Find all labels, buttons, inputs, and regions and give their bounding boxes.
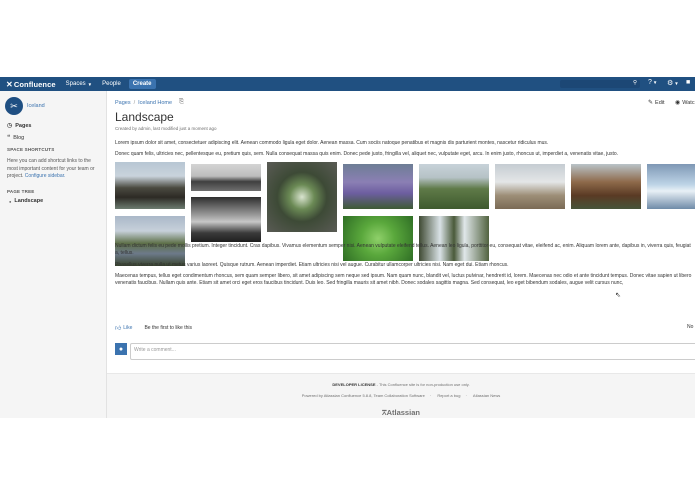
user-avatar-icon: ● — [118, 345, 124, 353]
sidebar-item-pages-label: Pages — [15, 122, 32, 129]
breadcrumb-separator: / — [133, 99, 136, 106]
pencil-icon: ✎ — [648, 100, 654, 106]
gallery-image-green-hills[interactable] — [419, 164, 489, 209]
report-bug-link[interactable]: Report a bug — [437, 393, 460, 398]
create-button-label: Create — [132, 81, 152, 87]
help-icon: ? — [648, 79, 652, 86]
paragraph-1: Lorem ipsum dolor sit amet, consectetuer… — [115, 140, 549, 146]
labels-text: No — [687, 324, 694, 330]
page-tree-item-landscape[interactable]: ● Landscape — [9, 198, 43, 204]
search-input[interactable]: ⚲ — [560, 80, 640, 88]
thumbs-up-icon: 👍︎ — [115, 326, 122, 332]
gallery-image-river-valley[interactable] — [115, 216, 185, 266]
powered-by-link[interactable]: Powered by Atlassian Confluence 5.8.8, T… — [302, 393, 425, 398]
page-title: Landscape — [115, 110, 174, 124]
pages-icon: ◷ — [7, 123, 13, 129]
people-link-label: People — [102, 81, 121, 87]
chevron-down-icon: ▼ — [652, 80, 658, 85]
gallery-image-bw-cliffs[interactable] — [191, 164, 261, 191]
gallery-image-geyser[interactable] — [495, 164, 565, 209]
paragraph-5: Maecenas tempus, tellus eget condimentum… — [115, 273, 692, 286]
confluence-logo-text: Confluence — [13, 79, 56, 89]
spaces-menu[interactable]: Spaces ▼ — [66, 81, 92, 87]
shortcuts-help-text: Here you can add shortcut links to the m… — [7, 158, 102, 181]
paragraph-3: Nullam dictum felis eu pede mollis preti… — [115, 243, 691, 256]
avatar: ● — [115, 343, 127, 355]
comment-input[interactable]: Write a comment... — [130, 343, 695, 360]
like-row: 👍︎ Like Be the first to like this — [115, 324, 192, 332]
confluence-x-icon: ✕ — [6, 79, 13, 89]
page-tree-heading: PAGE TREE — [7, 189, 35, 194]
footer: DEVELOPER LICENSE - This Confluence site… — [107, 373, 695, 418]
breadcrumb-pages[interactable]: Pages — [115, 100, 131, 106]
watch-button-label: Watc — [682, 99, 695, 106]
space-logo[interactable]: ✂ — [5, 97, 23, 115]
like-status-text: Be the first to like this — [144, 325, 192, 331]
user-menu[interactable]: ■ — [686, 79, 690, 86]
license-notice: DEVELOPER LICENSE - This Confluence site… — [107, 382, 695, 387]
gallery-image-coast-houses[interactable] — [115, 162, 185, 209]
watch-button[interactable]: ◉ Watc — [675, 99, 695, 107]
edit-button[interactable]: ✎ Edit — [648, 99, 665, 107]
comment-placeholder: Write a comment... — [134, 347, 176, 353]
configure-sidebar-link[interactable]: Configure sidebar. — [25, 173, 66, 179]
atlassian-logo-text: Atlassian — [386, 408, 420, 417]
paragraph-2: Donec quam felis, ultricies nec, pellent… — [115, 151, 619, 157]
top-nav-bar: ✕ Confluence Spaces ▼ People Create ⚲ ? … — [0, 77, 695, 91]
search-icon: ⚲ — [632, 80, 637, 86]
space-logo-icon: ✂ — [10, 100, 18, 111]
gallery-image-horses[interactable] — [571, 164, 641, 209]
help-menu[interactable]: ? ▼ — [648, 79, 657, 86]
page-restrictions-icon[interactable]: ⎘ — [179, 99, 184, 106]
gear-icon: ⚙ — [667, 80, 674, 87]
like-button-label: Like — [123, 325, 133, 331]
breadcrumb-iceland-home[interactable]: Iceland Home — [138, 100, 172, 106]
sidebar-item-pages[interactable]: ◷ Pages — [7, 122, 32, 130]
space-shortcuts-heading: SPACE SHORTCUTS — [7, 147, 55, 152]
spaces-menu-label: Spaces — [65, 81, 86, 87]
create-button[interactable]: Create — [128, 79, 156, 89]
mouse-cursor-icon: ⇖ — [615, 292, 621, 299]
eye-icon: ◉ — [675, 100, 681, 106]
tree-bullet-icon: ● — [9, 198, 12, 204]
gallery-image-bw-lake[interactable] — [191, 197, 261, 242]
people-link[interactable]: People — [102, 81, 121, 87]
gallery-image-white-flowers[interactable] — [267, 162, 337, 232]
license-label: DEVELOPER LICENSE — [332, 382, 376, 387]
sidebar: ✂ Iceland ◷ Pages ❝ Blog SPACE SHORTCUTS… — [0, 91, 107, 418]
atlassian-news-link[interactable]: Atlassian News — [473, 393, 500, 398]
breadcrumb: Pages / Iceland Home ⎘ — [115, 99, 184, 106]
atlassian-logo[interactable]: ⩞Atlassian — [107, 408, 695, 418]
sidebar-item-blog[interactable]: ❝ Blog — [7, 134, 25, 142]
page-metadata: Created by admin, last modified just a m… — [115, 126, 217, 131]
settings-menu[interactable]: ⚙ ▼ — [667, 79, 679, 87]
gallery-image-glacier[interactable] — [647, 164, 695, 209]
paragraph-4: Phasellus viverra nulla ut metus varius … — [115, 262, 509, 268]
gallery-image-lupines[interactable] — [343, 164, 413, 209]
confluence-logo[interactable]: ✕ Confluence — [0, 80, 56, 89]
sidebar-item-blog-label: Blog — [13, 134, 25, 141]
license-text: - This Confluence site is for non-produc… — [375, 382, 470, 387]
like-button[interactable]: 👍︎ Like — [115, 324, 132, 332]
space-name-link[interactable]: Iceland — [27, 103, 45, 109]
chevron-down-icon: ▼ — [87, 81, 93, 87]
page-tree-item-label: Landscape — [14, 198, 44, 204]
blog-icon: ❝ — [7, 135, 11, 141]
user-avatar-icon: ■ — [686, 79, 691, 86]
footer-links: Powered by Atlassian Confluence 5.8.8, T… — [301, 393, 501, 398]
chevron-down-icon: ▼ — [674, 80, 679, 86]
edit-button-label: Edit — [655, 99, 665, 106]
